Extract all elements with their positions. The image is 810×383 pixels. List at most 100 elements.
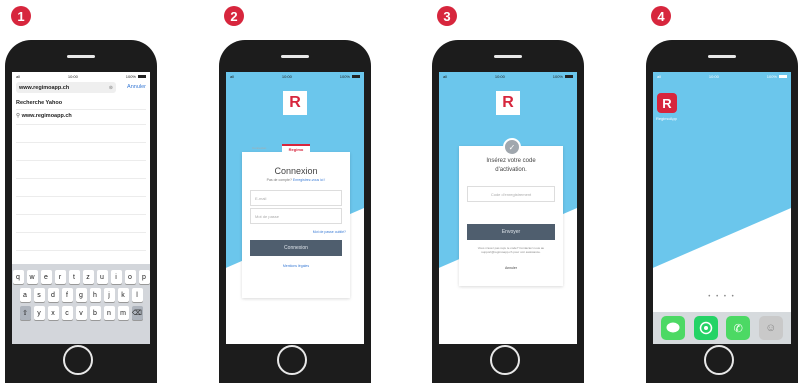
regimo-app-icon[interactable]: R [657,93,677,113]
battery-icon [351,75,360,79]
key[interactable]: m [117,306,129,320]
send-button[interactable]: Envoyer [467,224,555,240]
screen-activation: all 10:00 100% R ✓ Insérez votre code d'… [439,72,577,344]
key[interactable]: b [89,306,101,320]
shift-icon[interactable]: ⇧ [19,306,31,320]
home-button[interactable] [704,345,734,375]
key[interactable]: e [40,270,52,284]
battery-indicator: 100% [340,74,360,79]
key[interactable]: j [103,288,115,302]
url-input[interactable]: www.regimoapp.ch ⊗ [16,82,116,93]
battery-icon [137,75,146,79]
register-link[interactable]: Enregistrez-vous ici ! [293,178,325,182]
divider [16,178,146,179]
whatsapp-icon[interactable] [693,316,718,340]
divider [16,214,146,215]
key[interactable]: c [61,306,73,320]
signal-indicator: all [657,74,662,79]
divider [16,109,146,110]
key[interactable]: u [96,270,108,284]
step-3-badge: 3 [437,6,457,26]
status-bar: all 10:00 100% [653,72,791,81]
key[interactable]: a [19,288,31,302]
step-4-badge: 4 [651,6,671,26]
key[interactable]: o [124,270,136,284]
battery-indicator: 100% [767,74,787,79]
home-button[interactable] [277,345,307,375]
activation-title-line2: d'activation. [495,167,527,173]
key[interactable]: g [75,288,87,302]
key[interactable]: d [47,288,59,302]
status-time: 10:00 [67,74,78,79]
keyboard: q w e r t z u i o p a s d f g h j k l ⇧ … [12,264,150,344]
search-icon: ⚲ [16,113,21,119]
tab-regimo[interactable]: Regimo [282,144,310,153]
login-title: Connexion [274,166,318,176]
regimo-logo: R [283,91,307,115]
key[interactable]: p [138,270,150,284]
signal-indicator: all [443,74,448,79]
clear-icon[interactable]: ⊗ [109,85,113,91]
key[interactable]: x [47,306,59,320]
keyboard-row-2: a s d f g h j k l [12,288,150,302]
key[interactable]: q [12,270,24,284]
password-field[interactable]: Mot de passe [250,208,342,224]
phone-step-4: all 10:00 100% R RegimoApp • • • • ✆ ☺ [646,40,798,383]
activation-code-field[interactable]: Code d'enregistrement [467,186,555,202]
status-time: 10:00 [494,74,505,79]
key[interactable]: w [26,270,38,284]
dock: ✆ ☺ [653,312,791,344]
divider [16,142,146,143]
forgot-password-link[interactable]: Mot de passe oublié? [313,230,346,234]
status-bar: all 10:00 100% [439,72,577,81]
login-card: Connexion Regimo Connexion Pas de compte… [242,144,350,298]
login-button[interactable]: Connexion [250,240,342,256]
key[interactable]: i [110,270,122,284]
screen-browser: all 10:00 100% www.regimoapp.ch ⊗ Annule… [12,72,150,344]
signal-indicator: all [230,74,235,79]
check-icon: ✓ [503,138,521,156]
login-subtitle: Pas de compte? Enregistrez-vous ici ! [266,178,326,182]
key[interactable]: s [33,288,45,302]
activation-title-line1: Insérez votre code [486,158,536,164]
key[interactable]: l [131,288,143,302]
activation-card: ✓ Insérez votre code d'activation. Code … [459,138,563,286]
status-bar: all 10:00 100% [226,72,364,81]
key[interactable]: y [33,306,45,320]
step-1-badge: 1 [11,6,31,26]
messages-icon[interactable] [661,316,686,340]
status-bar: all 10:00 100% [12,72,150,81]
key[interactable]: h [89,288,101,302]
signal-indicator: all [16,74,21,79]
divider [16,196,146,197]
speaker [67,55,95,58]
suggestion-item[interactable]: ⚲ www.regimoapp.ch [16,113,72,119]
status-time: 10:00 [708,74,719,79]
app-label: RegimoApp [656,116,677,121]
divider [16,250,146,251]
cancel-button[interactable]: Annuler [127,84,146,90]
contacts-icon[interactable]: ☺ [758,316,783,340]
key[interactable]: f [61,288,73,302]
legal-link[interactable]: Mentions légales [242,264,350,268]
battery-icon [778,75,787,79]
key[interactable]: n [103,306,115,320]
cancel-link[interactable]: Annuler [459,266,563,270]
phone-icon[interactable]: ✆ [726,316,751,340]
battery-icon [564,75,573,79]
key[interactable]: v [75,306,87,320]
battery-indicator: 100% [553,74,573,79]
screen-home: all 10:00 100% R RegimoApp • • • • ✆ ☺ [653,72,791,344]
key[interactable]: t [68,270,80,284]
home-button[interactable] [63,345,93,375]
phone-step-1: all 10:00 100% www.regimoapp.ch ⊗ Annule… [5,40,157,383]
keyboard-row-1: q w e r t z u i o p [12,270,150,284]
key[interactable]: r [54,270,66,284]
home-button[interactable] [490,345,520,375]
backspace-icon[interactable]: ⌫ [131,306,143,320]
status-time: 10:00 [281,74,292,79]
key[interactable]: k [117,288,129,302]
tab-other[interactable]: Connexion [252,146,266,150]
email-field[interactable]: E-mail [250,190,342,206]
key[interactable]: z [82,270,94,284]
